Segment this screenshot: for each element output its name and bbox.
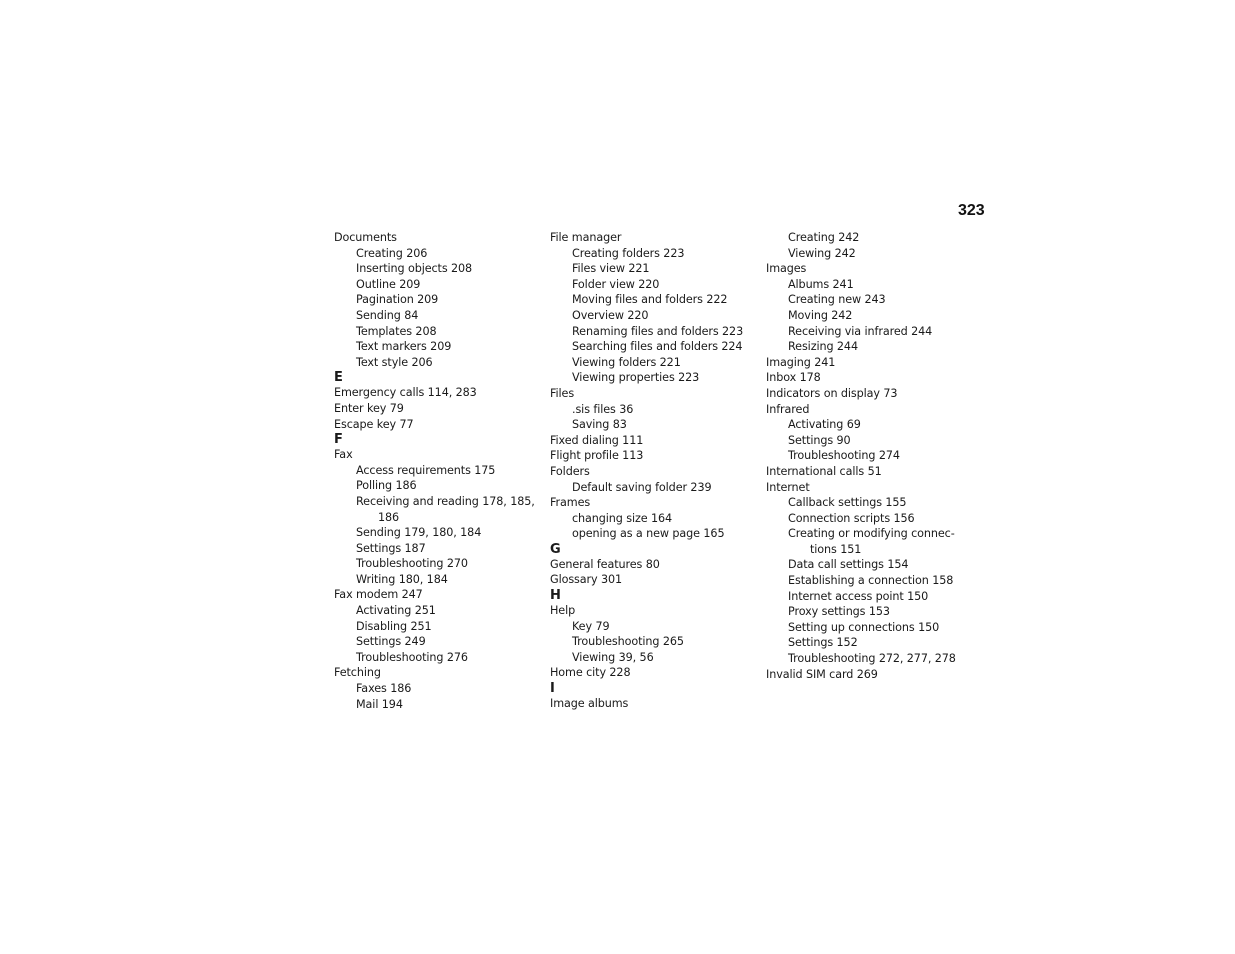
- index-column-2: File manager Creating folders 223 Files vi…: [550, 230, 760, 712]
- index-subentry: Access requirements 175: [356, 463, 496, 477]
- index-entry: Images: [766, 262, 807, 276]
- index-subentry: Polling 186: [356, 479, 417, 493]
- index-entry: Emergency calls 114, 283: [334, 386, 477, 400]
- index-subentry: Settings 90: [788, 433, 851, 447]
- index-entry: Folders: [550, 464, 590, 478]
- index-subentry: Creating 242: [788, 231, 860, 244]
- section-letter: E: [334, 370, 343, 386]
- index-entry: Frames: [550, 496, 591, 510]
- index-subentry: Internet access point 150: [788, 589, 929, 603]
- index-subentry: Viewing 242: [788, 246, 856, 260]
- index-entry: Flight profile 113: [550, 449, 644, 463]
- index-column-1: Documents Creating 206 Inserting objects 2…: [334, 230, 544, 712]
- index-subentry: Text markers 209: [356, 340, 452, 354]
- index-entry: Internet: [766, 480, 810, 494]
- index-entry: Escape key 77: [334, 417, 414, 431]
- index-entry: Glossary 301: [550, 573, 623, 587]
- index-subentry: Faxes 186: [356, 682, 412, 696]
- index-column-3: Creating 242 Viewing 242 Images Albums 241 C…: [766, 230, 976, 682]
- index-subentry: Renaming files and folders 223: [572, 324, 744, 338]
- index-entry: Documents: [334, 231, 397, 244]
- index-subentry: Proxy settings 153: [788, 605, 890, 619]
- index-subentry: Data call settings 154: [788, 558, 909, 572]
- index-subentry: Outline 209: [356, 277, 421, 291]
- index-entry: Enter key 79: [334, 401, 404, 415]
- index-subentry: Creating folders 223: [572, 246, 685, 260]
- index-subentry: Troubleshooting 265: [572, 635, 684, 649]
- index-subentry: Text style 206: [356, 355, 433, 369]
- index-entry: Invalid SIM card 269: [766, 667, 878, 681]
- index-subentry: Settings 152: [788, 636, 858, 650]
- index-subentry: Templates 208: [356, 324, 437, 338]
- index-subentry: Searching files and folders 224: [572, 340, 743, 354]
- index-subentry: Viewing properties 223: [572, 371, 700, 385]
- index-subentry: Sending 179, 180, 184: [356, 526, 482, 540]
- index-subentry: opening as a new page 165: [572, 527, 725, 541]
- index-subentry: Disabling 251: [356, 619, 432, 633]
- index-entry: Help: [550, 604, 576, 618]
- index-subentry: tions 151: [810, 542, 862, 556]
- index-subentry: Activating 251: [356, 604, 436, 618]
- index-subentry: Troubleshooting 272, 277, 278: [788, 652, 956, 666]
- index-subentry: Creating 206: [356, 246, 428, 260]
- index-entry: Imaging 241: [766, 355, 836, 369]
- index-entry: Image albums: [550, 697, 629, 711]
- index-subentry: Troubleshooting 276: [356, 650, 468, 664]
- section-letter: F: [334, 432, 343, 448]
- section-letter: I: [550, 681, 555, 697]
- index-entry: General features 80: [550, 557, 660, 571]
- index-subentry: Overview 220: [572, 308, 649, 322]
- index-subentry: Activating 69: [788, 418, 861, 432]
- index-subentry: 186: [378, 510, 400, 524]
- index-entry: Fax modem 247: [334, 588, 423, 602]
- index-subentry: Mail 194: [356, 697, 403, 711]
- index-entry: Home city 228: [550, 666, 631, 680]
- index-subentry: Saving 83: [572, 418, 627, 432]
- index-subentry: Key 79: [572, 619, 610, 633]
- index-subentry: Setting up connections 150: [788, 620, 940, 634]
- index-subentry: Establishing a connection 158: [788, 574, 954, 588]
- index-subentry: Connection scripts 156: [788, 511, 915, 525]
- index-subentry: Receiving and reading 178, 185,: [356, 494, 535, 508]
- index-entry: Files: [550, 386, 575, 400]
- index-entry: Infrared: [766, 402, 810, 416]
- index-subentry: Writing 180, 184: [356, 572, 448, 586]
- index-entry: Inbox 178: [766, 371, 821, 385]
- index-entry: Fetching: [334, 666, 381, 680]
- index-subentry: Files view 221: [572, 262, 650, 276]
- index-subentry: Viewing folders 221: [572, 355, 681, 369]
- index-entry: Indicators on display 73: [766, 386, 898, 400]
- index-entry: File manager: [550, 231, 622, 244]
- index-entry: International calls 51: [766, 464, 882, 478]
- index-subentry: Settings 187: [356, 541, 426, 555]
- index-subentry: Albums 241: [788, 277, 854, 291]
- index-subentry: Viewing 39, 56: [572, 650, 654, 664]
- index-subentry: Receiving via infrared 244: [788, 324, 933, 338]
- page-number: 323: [958, 202, 985, 219]
- index-subentry: Moving 242: [788, 308, 853, 322]
- index-subentry: Callback settings 155: [788, 496, 907, 510]
- index-subentry: Inserting objects 208: [356, 262, 473, 276]
- index-subentry: Folder view 220: [572, 277, 660, 291]
- index-subentry: Troubleshooting 274: [788, 449, 900, 463]
- index-subentry: Sending 84: [356, 308, 419, 322]
- index-entry: Fixed dialing 111: [550, 433, 644, 447]
- section-letter: H: [550, 588, 561, 604]
- index-subentry: Creating new 243: [788, 293, 886, 307]
- index-subentry: .sis files 36: [572, 402, 634, 416]
- index-entry: Fax: [334, 448, 353, 462]
- index-subentry: Resizing 244: [788, 340, 858, 354]
- index-subentry: Moving files and folders 222: [572, 293, 728, 307]
- index-subentry: Creating or modifying connec-: [788, 527, 955, 541]
- index-subentry: Default saving folder 239: [572, 480, 712, 494]
- section-letter: G: [550, 541, 561, 557]
- index-subentry: changing size 164: [572, 511, 673, 525]
- index-subentry: Pagination 209: [356, 293, 439, 307]
- index-subentry: Settings 249: [356, 635, 426, 649]
- index-subentry: Troubleshooting 270: [356, 557, 468, 571]
